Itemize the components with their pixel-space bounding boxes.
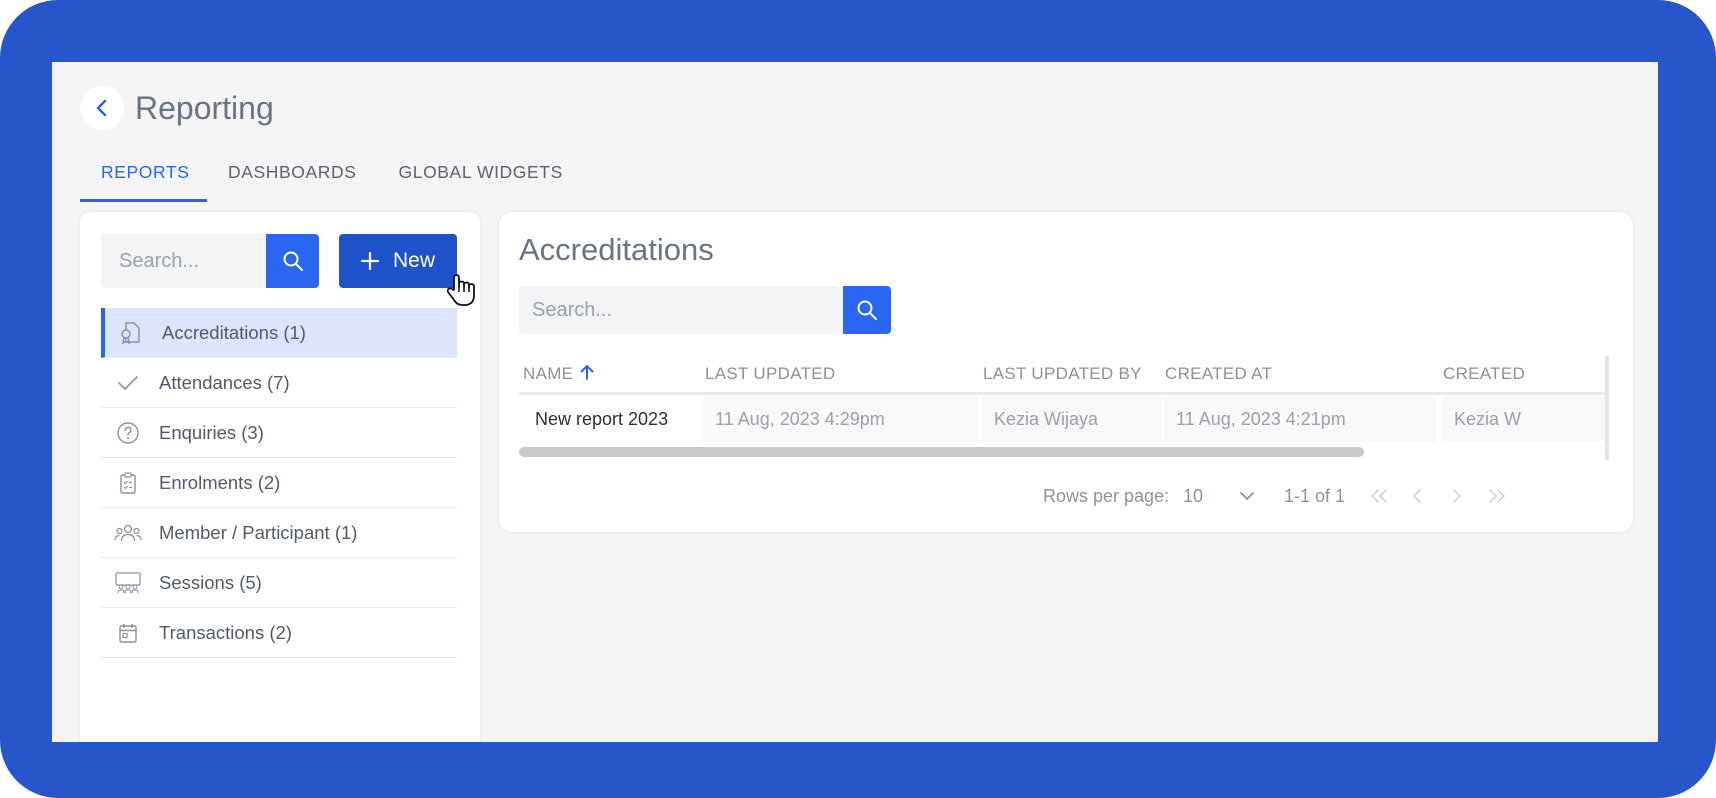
header-divider: [519, 392, 1609, 395]
page-title: Reporting: [135, 90, 274, 126]
horizontal-scrollbar[interactable]: [519, 447, 1609, 457]
new-report-button[interactable]: New: [339, 234, 457, 288]
category-item-sessions[interactable]: Sessions (5): [101, 558, 457, 608]
new-button-label: New: [392, 249, 435, 272]
chevron-left-icon: [96, 99, 107, 117]
category-label: Member / Participant (1): [159, 521, 358, 543]
category-item-accreditations[interactable]: Accreditations (1): [101, 308, 457, 358]
category-label: Sessions (5): [159, 571, 262, 593]
category-label: Transactions (2): [159, 621, 292, 643]
column-header-last-updated[interactable]: LAST UPDATED: [705, 356, 836, 392]
category-label: Enquiries (3): [159, 421, 264, 443]
reports-table: NAME LAST UPDATED LAST UPDATED BY CREATE…: [519, 356, 1609, 448]
tab-global-widgets[interactable]: GLOBAL WIDGETS: [378, 140, 584, 202]
column-header-name[interactable]: NAME: [523, 356, 596, 392]
category-item-transactions[interactable]: Transactions (2): [101, 608, 457, 658]
category-item-member-participant[interactable]: Member / Participant (1): [101, 508, 457, 558]
search-icon: [283, 251, 303, 271]
category-item-enrolments[interactable]: Enrolments (2): [101, 458, 457, 508]
tab-reports[interactable]: REPORTS: [80, 140, 207, 202]
chevron-down-icon: [1240, 492, 1254, 500]
section-title: Accreditations: [519, 232, 714, 267]
column-header-label: NAME: [523, 364, 574, 383]
table-edge-divider: [1605, 356, 1609, 460]
back-button[interactable]: [80, 86, 124, 130]
plus-icon: [360, 252, 379, 270]
chevron-right-icon: [1453, 489, 1461, 503]
category-list: Accreditations (1) Attendances (7) Enqui…: [101, 308, 457, 658]
category-label: Enrolments (2): [159, 471, 281, 493]
report-search-button[interactable]: [843, 286, 891, 334]
pagination-range: 1-1 of 1: [1284, 486, 1346, 506]
cell-created-by: Kezia W: [1442, 396, 1609, 442]
rows-per-page-label: Rows per page:: [1043, 486, 1170, 506]
column-header-created-at[interactable]: CREATED AT: [1165, 356, 1272, 392]
column-header-created-by[interactable]: CREATED: [1443, 356, 1525, 392]
next-page-button[interactable]: [1443, 482, 1471, 510]
first-page-button[interactable]: [1365, 482, 1393, 510]
check-icon: [114, 369, 142, 397]
chevrons-right-icon: [1489, 489, 1505, 503]
reporting-app: Reporting REPORTS DASHBOARDS GLOBAL WIDG…: [52, 62, 1658, 742]
question-circle-icon: [114, 419, 142, 447]
tab-dashboards[interactable]: DASHBOARDS: [207, 140, 378, 202]
category-item-attendances[interactable]: Attendances (7): [101, 358, 457, 408]
people-icon: [114, 519, 142, 547]
chevron-left-icon: [1413, 489, 1421, 503]
category-item-enquiries[interactable]: Enquiries (3): [101, 408, 457, 458]
scrollbar-thumb[interactable]: [519, 447, 1364, 457]
search-icon: [857, 300, 877, 320]
reports-panel: Accreditations Search... NAME LAST UPDAT…: [499, 212, 1633, 532]
chevrons-left-icon: [1371, 489, 1387, 503]
last-page-button[interactable]: [1483, 482, 1511, 510]
column-header-last-updated-by[interactable]: LAST UPDATED BY: [983, 356, 1142, 392]
accreditation-icon: [117, 319, 145, 347]
report-search-input[interactable]: Search...: [519, 286, 843, 334]
category-search-button[interactable]: [266, 234, 319, 288]
cell-last-updated-by: Kezia Wijaya: [982, 396, 1162, 442]
clipboard-icon: [114, 469, 142, 497]
previous-page-button[interactable]: [1403, 482, 1431, 510]
screenshot-frame: Reporting REPORTS DASHBOARDS GLOBAL WIDG…: [0, 0, 1716, 798]
hand-pointer-icon: [446, 274, 475, 306]
table-row[interactable]: New report 2023 11 Aug, 2023 4:29pm Kezi…: [519, 396, 1609, 442]
category-search-input[interactable]: Search...: [101, 234, 266, 288]
rows-per-page-dropdown[interactable]: [1233, 482, 1261, 510]
sessions-icon: [114, 569, 142, 597]
category-label: Accreditations (1): [162, 321, 306, 343]
cell-last-updated: 11 Aug, 2023 4:29pm: [703, 396, 979, 442]
cell-name: New report 2023: [519, 396, 699, 442]
category-label: Attendances (7): [159, 371, 290, 393]
sort-ascending-icon: [580, 365, 594, 380]
rows-per-page-value: 10: [1183, 486, 1204, 506]
report-categories-panel: Search... New Accreditations (1) Attenda…: [80, 212, 480, 742]
cell-created-at: 11 Aug, 2023 4:21pm: [1164, 396, 1436, 442]
calendar-icon: [114, 619, 142, 647]
